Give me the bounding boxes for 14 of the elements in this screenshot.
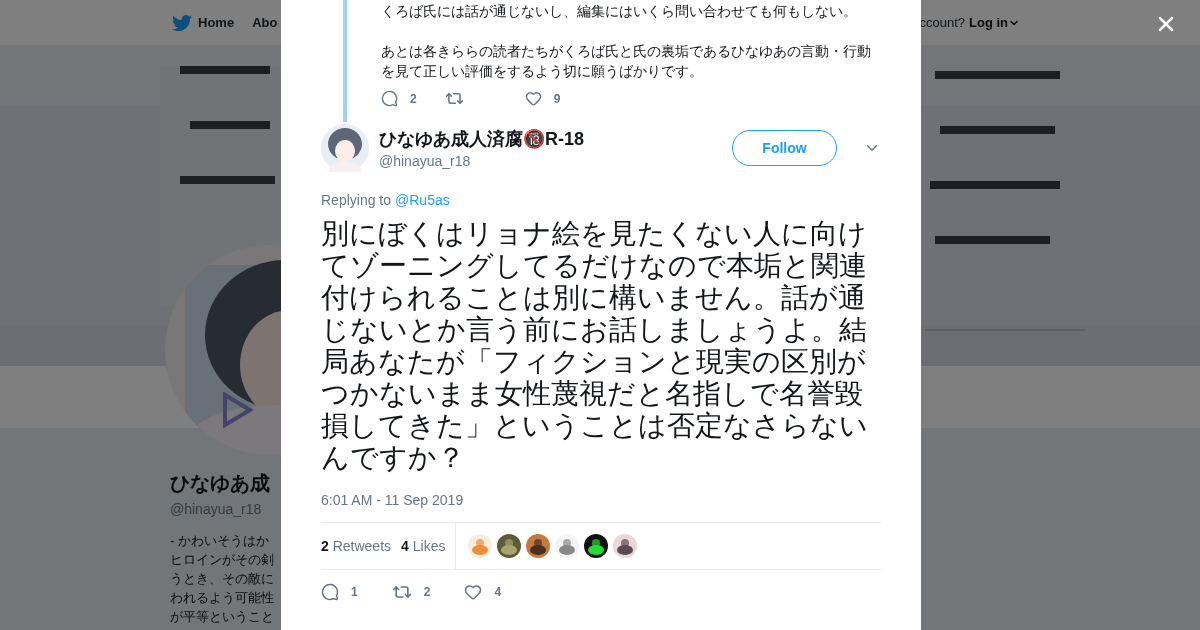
login-link[interactable]: Log in [969, 15, 1020, 30]
retweet-button[interactable]: 2 [391, 582, 431, 602]
profile-handle: @hinayua_r18 [170, 501, 263, 517]
tweet-time: 6:01 AM - 11 Sep 2019 [321, 492, 465, 508]
nav-link[interactable]: Abo [252, 15, 278, 30]
tweet-text: くろば氏には話が通じないし、編集にはいくら問い合わせても何もしない。 [381, 2, 858, 21]
nav-link[interactable]: Home [172, 12, 235, 33]
reply-button[interactable]: 1 [321, 583, 358, 601]
profile-bio: - かわいそうはか ヒロインがその剣 うとき、その敵に われるよう可能性 が平等ということ [170, 532, 275, 626]
profile-name: ひなゆあ成 [170, 471, 271, 496]
like-button[interactable]: 4 [464, 583, 502, 601]
likes-count[interactable]: 4 Likes [401, 538, 446, 554]
account-prompt: ccount? [919, 15, 965, 30]
retweets-count[interactable]: 2 Retweets [321, 538, 392, 554]
